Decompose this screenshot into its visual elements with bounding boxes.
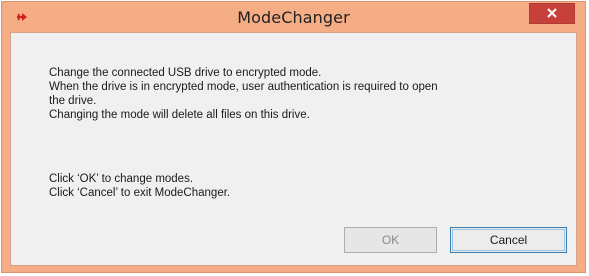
- close-button[interactable]: [529, 3, 575, 24]
- cancel-button[interactable]: Cancel: [450, 227, 567, 253]
- instruction-cancel: Click ‘Cancel’ to exit ModeChanger.: [49, 187, 231, 199]
- message-line-4: Changing the mode will delete all files …: [49, 109, 310, 121]
- instruction-ok: Click ‘OK’ to change modes.: [49, 173, 194, 185]
- message-line-3: the drive.: [49, 95, 97, 107]
- modechanger-dialog: ModeChanger Change the connected USB dri…: [1, 1, 586, 273]
- dialog-content: Change the connected USB drive to encryp…: [10, 32, 577, 266]
- close-icon: [546, 4, 558, 23]
- window-title: ModeChanger: [237, 8, 350, 27]
- ok-button[interactable]: OK: [344, 227, 437, 253]
- message-line-2: When the drive is in encrypted mode, use…: [49, 81, 438, 93]
- title-bar[interactable]: ModeChanger: [2, 2, 585, 32]
- message-line-1: Change the connected USB drive to encryp…: [49, 67, 322, 79]
